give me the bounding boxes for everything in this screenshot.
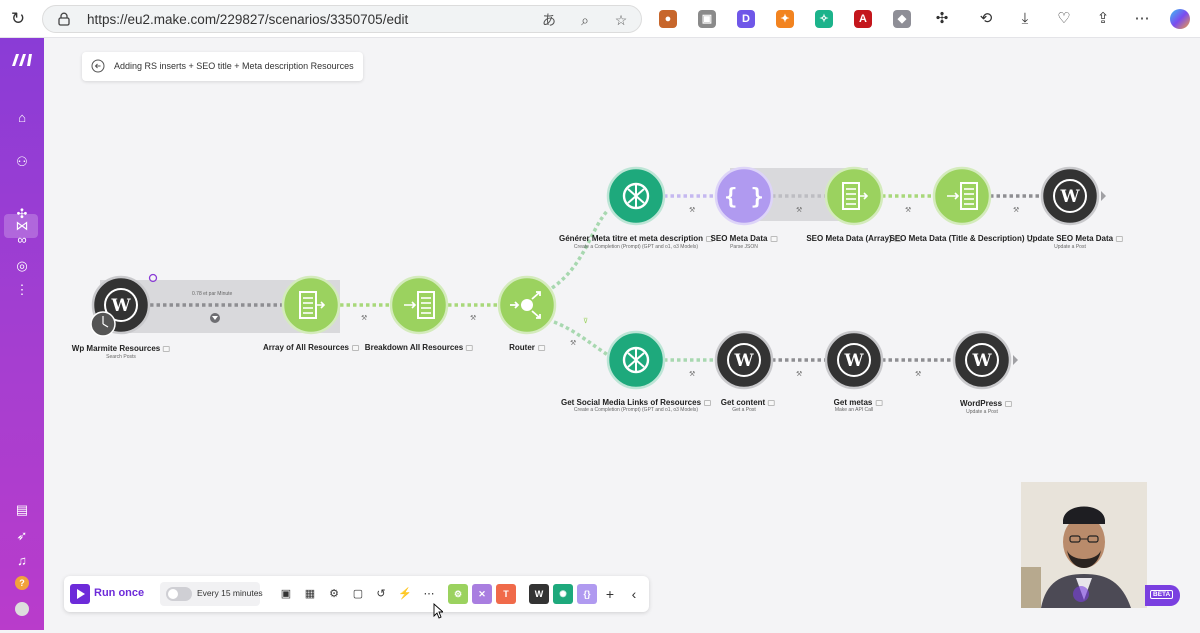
node-label-get-content[interactable]: Get content bbox=[721, 398, 776, 407]
node-label-seo-meta-array[interactable]: SEO Meta Data (Array) bbox=[806, 234, 902, 243]
openai-module-icon[interactable]: ✺ bbox=[553, 584, 573, 604]
node-label-wordpress[interactable]: WordPress bbox=[960, 399, 1013, 408]
run-once-button[interactable]: Run once bbox=[70, 584, 150, 604]
node-get-social[interactable] bbox=[606, 330, 666, 390]
node-gen-meta[interactable] bbox=[606, 166, 666, 226]
node-label-gen-meta[interactable]: Générer Meta titre et meta description bbox=[559, 234, 714, 243]
node-breakdown-all[interactable] bbox=[389, 275, 449, 335]
filter-wrench-icon[interactable]: ⚒ bbox=[470, 314, 476, 322]
node-update-seo[interactable]: W bbox=[1040, 166, 1106, 226]
tools-gear-icon[interactable]: ⚙ bbox=[448, 584, 468, 604]
schedule-setting[interactable]: Every 15 minutes bbox=[160, 582, 263, 606]
flow-control-icon[interactable]: ✕ bbox=[472, 584, 492, 604]
scenario-flow-diagram: ⚒ ⚒ ⚒ ⊽ ⚒ ⚒ ⚒ ⚒ ⚒ ⚒ ⚒ 0.78 et par Minute… bbox=[90, 166, 1106, 390]
node-label-router[interactable]: Router bbox=[509, 343, 545, 352]
node-sub-get-metas: Make an API Call bbox=[834, 407, 874, 413]
svg-text:W: W bbox=[971, 351, 992, 371]
schedule-label: Every 15 minutes bbox=[197, 588, 263, 598]
filter-wrench-icon[interactable]: ⚒ bbox=[796, 206, 802, 214]
text-parser-icon[interactable]: T bbox=[496, 584, 516, 604]
node-label-wp-marmite[interactable]: Wp Marmite Resources bbox=[72, 344, 171, 353]
settings-gear-icon[interactable]: ⚙ bbox=[325, 585, 343, 603]
filter-wrench-icon[interactable]: ⚒ bbox=[689, 370, 695, 378]
beta-label: BETA bbox=[1150, 590, 1174, 599]
node-sub-get-social: Create a Completion (Prompt) (GPT and o1… bbox=[573, 407, 699, 413]
svg-text:W: W bbox=[110, 296, 131, 316]
filter-funnel-icon[interactable]: ⊽ bbox=[583, 317, 588, 325]
node-label-update-seo[interactable]: Update SEO Meta Data bbox=[1027, 234, 1124, 243]
wordpress-module-icon[interactable]: W bbox=[529, 584, 549, 604]
webcam-overlay bbox=[1021, 482, 1147, 608]
node-get-content[interactable]: W bbox=[714, 330, 774, 390]
node-label-seo-meta-title[interactable]: SEO Meta Data (Title & Description) bbox=[890, 234, 1035, 243]
node-sub-update-seo: Update a Post bbox=[1054, 244, 1086, 250]
node-label-seo-meta-data[interactable]: SEO Meta Data bbox=[711, 234, 778, 243]
connector-router-lower[interactable] bbox=[553, 320, 609, 357]
filter-wrench-icon[interactable]: ⚒ bbox=[689, 206, 695, 214]
node-router[interactable] bbox=[497, 275, 557, 335]
scenario-toolbar: Run once Every 15 minutes ▣ ▦ ⚙ ▢ ↺ ⚡ ⋯ … bbox=[64, 576, 649, 612]
filter-wrench-icon[interactable]: ⚒ bbox=[1013, 206, 1019, 214]
auto-align-magic-icon[interactable]: ⚡ bbox=[396, 585, 414, 603]
node-get-metas[interactable]: W bbox=[824, 330, 884, 390]
filter-wrench-icon[interactable]: ⚒ bbox=[796, 370, 802, 378]
node-sub-gen-meta: Create a Completion (Prompt) (GPT and o1… bbox=[573, 244, 699, 250]
node-sub-seo-meta-data: Parse JSON bbox=[730, 244, 758, 250]
collapse-chevron-icon[interactable]: ‹ bbox=[625, 585, 643, 603]
node-sub-get-content: Get a Post bbox=[732, 407, 756, 413]
svg-text:W: W bbox=[1059, 187, 1080, 207]
node-label-array-all[interactable]: Array of All Resources bbox=[263, 343, 359, 352]
scenario-settings-icon[interactable]: ▦ bbox=[301, 585, 319, 603]
node-wordpress[interactable]: W bbox=[952, 330, 1018, 390]
notes-icon[interactable]: ▢ bbox=[349, 585, 367, 603]
filter-wrench-icon[interactable]: ⚒ bbox=[915, 370, 921, 378]
node-label-breakdown-all[interactable]: Breakdown All Resources bbox=[365, 343, 474, 352]
filter-wrench-icon[interactable]: ⚒ bbox=[361, 314, 367, 322]
node-seo-meta-title[interactable] bbox=[932, 166, 992, 226]
more-options-icon[interactable]: ⋯ bbox=[420, 585, 438, 603]
node-sub-wp-marmite: Search Posts bbox=[106, 354, 136, 360]
node-sub-wordpress: Update a Post bbox=[966, 409, 998, 415]
trigger-note: 0.78 et par Minute bbox=[192, 291, 233, 297]
mouse-cursor-icon bbox=[433, 603, 443, 619]
beta-badge[interactable]: BETA bbox=[1145, 585, 1180, 606]
filter-wrench-icon[interactable]: ⚒ bbox=[905, 206, 911, 214]
node-label-get-social[interactable]: Get Social Media Links of Resources bbox=[561, 398, 712, 407]
node-array-all[interactable] bbox=[281, 275, 341, 335]
node-label-get-metas[interactable]: Get metas bbox=[834, 398, 883, 407]
presenter-photo bbox=[1021, 482, 1147, 608]
run-once-label: Run once bbox=[94, 587, 145, 599]
add-module-icon[interactable]: + bbox=[601, 585, 619, 603]
undo-icon[interactable]: ↺ bbox=[372, 585, 390, 603]
save-icon[interactable]: ▣ bbox=[277, 585, 295, 603]
svg-text:W: W bbox=[843, 351, 864, 371]
json-module-icon[interactable]: {} bbox=[577, 584, 597, 604]
svg-text:{ }: { } bbox=[724, 185, 764, 210]
node-seo-meta-data[interactable]: { } bbox=[714, 166, 774, 226]
schedule-toggle[interactable] bbox=[166, 587, 192, 601]
svg-text:W: W bbox=[733, 351, 754, 371]
node-seo-meta-array[interactable] bbox=[824, 166, 884, 226]
filter-wrench-icon[interactable]: ⚒ bbox=[570, 339, 576, 347]
play-icon bbox=[70, 584, 90, 604]
